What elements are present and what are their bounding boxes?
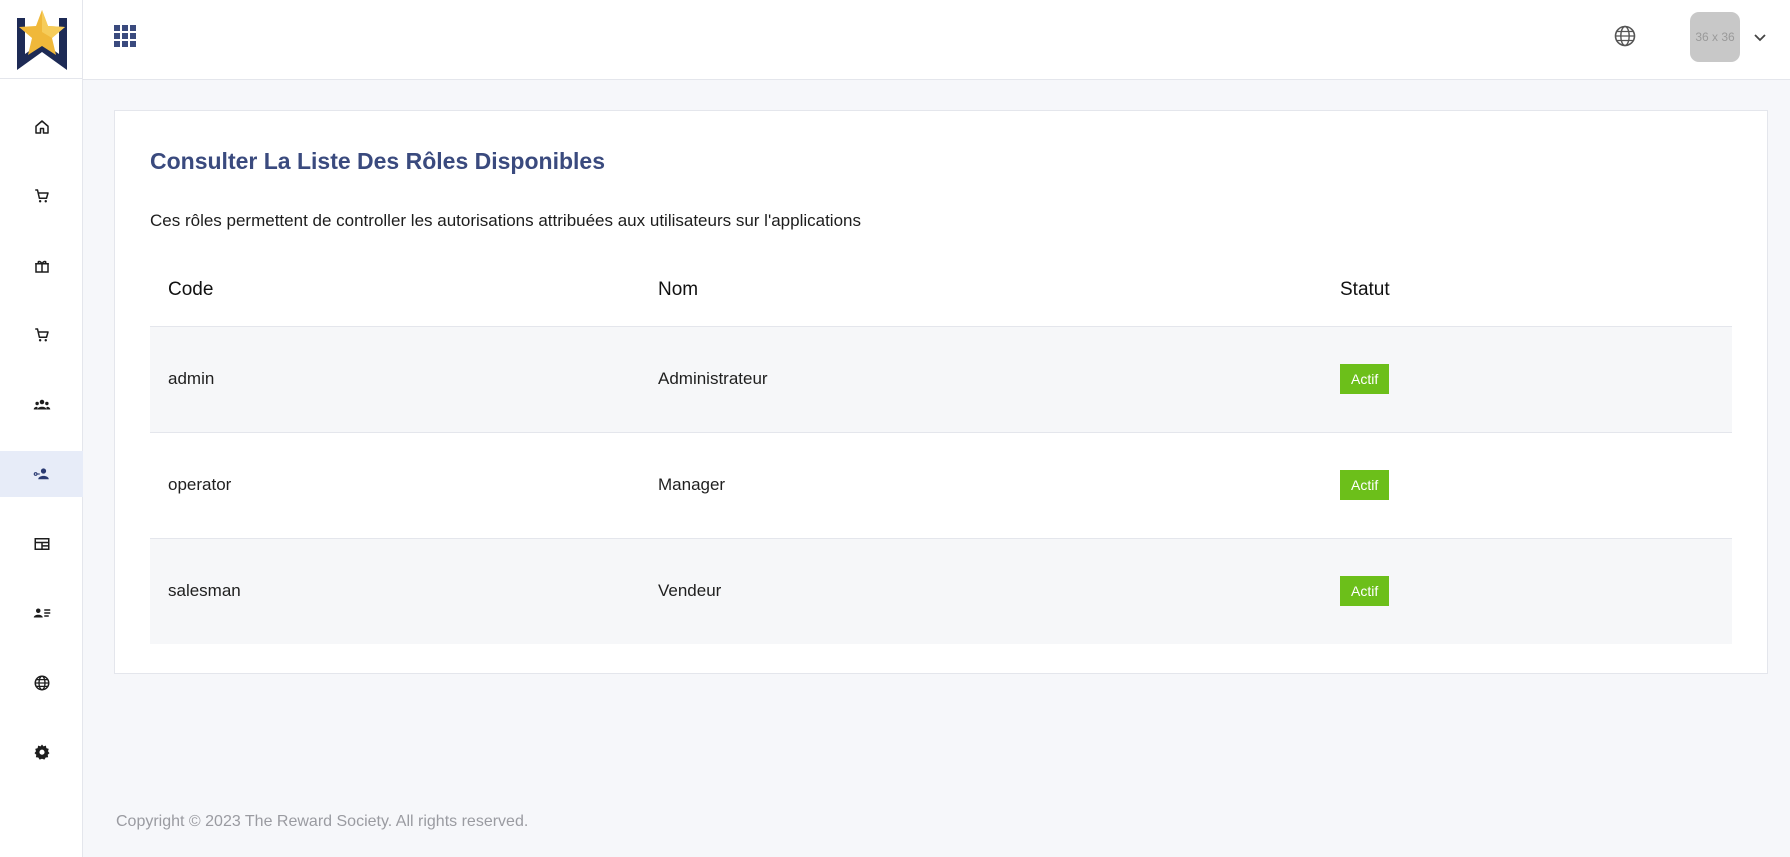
sidebar-item-gifts[interactable] [0,243,83,289]
cell-code: operator [150,432,640,539]
sidebar-item-groups[interactable] [0,382,83,428]
chevron-down-icon[interactable] [1752,29,1768,45]
status-badge: Actif [1340,470,1390,500]
globe-icon [34,675,49,691]
sidebar [0,0,83,857]
cell-code: salesman [150,538,640,644]
page-description: Ces rôles permettent de controller les a… [150,211,861,230]
cell-nom: Manager [640,432,1322,539]
cell-statut: Actif [1322,326,1732,433]
footer-copyright: Copyright © 2023 The Reward Society. All… [116,813,529,830]
user-list-icon [33,608,50,618]
cart-icon [34,189,49,203]
avatar[interactable]: 36 x 36 [1690,12,1740,62]
column-header-nom: Nom [640,254,1322,327]
table-icon [34,538,49,550]
gift-icon [34,260,49,273]
sidebar-item-home[interactable] [0,104,83,150]
cell-nom: Vendeur [640,538,1322,644]
column-header-code: Code [150,254,640,327]
table-header-row: Code Nom Statut [150,254,1732,327]
table-row[interactable]: salesman Vendeur Actif [150,538,1732,644]
sidebar-item-table[interactable] [0,521,83,567]
status-badge: Actif [1340,576,1390,607]
table-row[interactable]: operator Manager Actif [150,432,1732,539]
cell-nom: Administrateur [640,326,1322,433]
sidebar-item-cart[interactable] [0,173,83,219]
status-badge: Actif [1340,364,1390,394]
cell-statut: Actif [1322,432,1732,539]
sidebar-item-settings[interactable] [0,729,83,775]
column-header-statut: Statut [1322,254,1732,327]
apps-grid-icon[interactable] [114,25,136,47]
home-icon [34,120,49,134]
logo[interactable] [0,0,83,79]
gear-icon [34,744,49,760]
cell-code: admin [150,326,640,433]
roles-card: Consulter La Liste Des Rôles Disponibles… [114,110,1768,674]
cell-statut: Actif [1322,538,1732,644]
sidebar-item-user-list[interactable] [0,590,83,636]
page-title: Consulter La Liste Des Rôles Disponibles [150,148,605,174]
language-globe-icon[interactable] [1613,24,1637,48]
sidebar-item-roles[interactable] [0,451,83,497]
sidebar-item-language[interactable] [0,660,83,706]
table-row[interactable]: admin Administrateur Actif [150,326,1732,433]
avatar-placeholder-text: 36 x 36 [1695,30,1735,44]
star-logo-icon [16,10,67,70]
roles-table: Code Nom Statut admin Administrateur Act… [150,254,1732,644]
top-header: 36 x 36 [83,0,1790,80]
cart-icon [34,328,49,342]
user-roles-icon [33,468,49,480]
sidebar-item-orders[interactable] [0,312,83,358]
group-icon [33,399,50,410]
